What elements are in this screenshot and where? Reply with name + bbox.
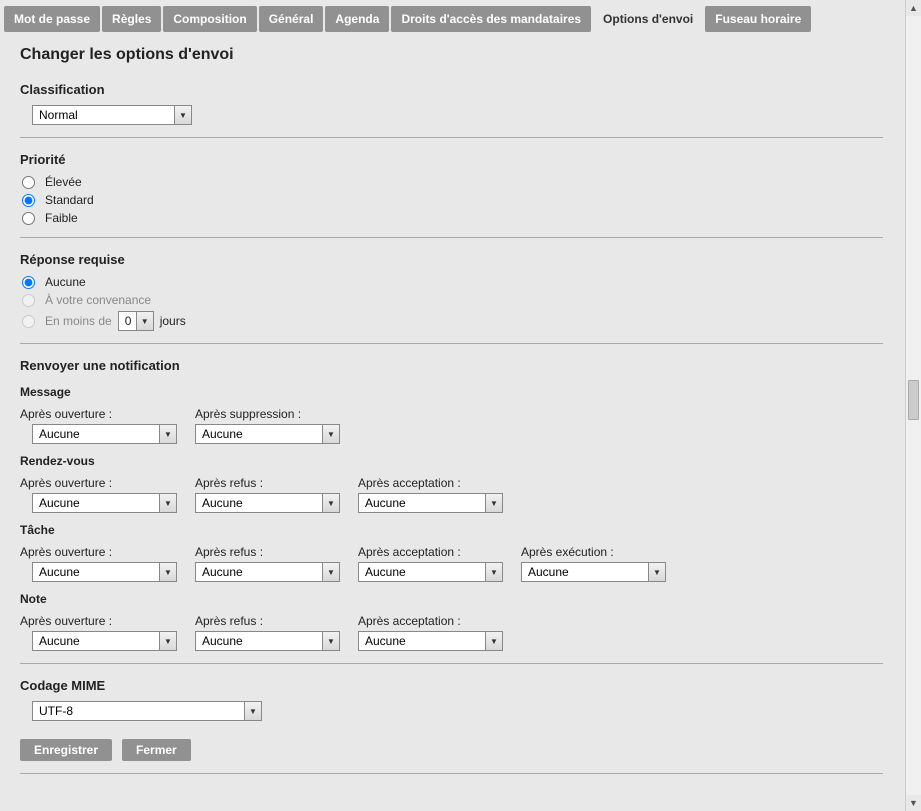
- tache-title: Tâche: [20, 523, 883, 537]
- message-suppression-select[interactable]: Aucune ▼: [195, 424, 340, 444]
- classification-select[interactable]: Normal ▼: [32, 105, 192, 125]
- message-suppression-label: Après suppression :: [195, 407, 340, 421]
- dropdown-icon: ▼: [648, 563, 665, 581]
- reponse-jours-label: jours: [160, 314, 186, 328]
- dropdown-icon: ▼: [159, 494, 176, 512]
- reponse-jours-value: 0: [119, 314, 136, 328]
- separator: [20, 237, 883, 238]
- dropdown-icon: ▼: [244, 702, 261, 720]
- separator: [20, 773, 883, 774]
- message-ouverture-label: Après ouverture :: [20, 407, 177, 421]
- dropdown-icon: ▼: [159, 632, 176, 650]
- reponse-aucune-radio[interactable]: [22, 276, 35, 289]
- dropdown-icon: ▼: [136, 312, 153, 330]
- note-refus-select[interactable]: Aucune ▼: [195, 631, 340, 651]
- tache-execution-label: Après exécution :: [521, 545, 666, 559]
- note-acceptation-label: Après acceptation :: [358, 614, 503, 628]
- scroll-thumb[interactable]: [908, 380, 919, 420]
- dropdown-icon: ▼: [159, 425, 176, 443]
- rdv-acceptation-label: Après acceptation :: [358, 476, 503, 490]
- tab-droits-acces[interactable]: Droits d'accès des mandataires: [391, 6, 591, 32]
- priorite-elevee-radio[interactable]: [22, 176, 35, 189]
- tab-composition[interactable]: Composition: [163, 6, 256, 32]
- priorite-faible-radio[interactable]: [22, 212, 35, 225]
- dropdown-icon: ▼: [485, 494, 502, 512]
- tab-bar: Mot de passe Règles Composition Général …: [4, 6, 899, 32]
- dropdown-icon: ▼: [159, 563, 176, 581]
- dropdown-icon: ▼: [174, 106, 191, 124]
- enregistrer-button[interactable]: Enregistrer: [20, 739, 112, 761]
- rdv-acceptation-select[interactable]: Aucune ▼: [358, 493, 503, 513]
- separator: [20, 343, 883, 344]
- reponse-convenance-radio: [22, 294, 35, 307]
- tache-acceptation-select[interactable]: Aucune ▼: [358, 562, 503, 582]
- reponse-title: Réponse requise: [20, 252, 883, 267]
- mime-value: UTF-8: [33, 704, 244, 718]
- rdv-refus-select[interactable]: Aucune ▼: [195, 493, 340, 513]
- tab-regles[interactable]: Règles: [102, 6, 161, 32]
- dropdown-icon: ▼: [322, 425, 339, 443]
- dropdown-icon: ▼: [322, 632, 339, 650]
- tab-options-envoi[interactable]: Options d'envoi: [593, 6, 703, 32]
- dropdown-icon: ▼: [485, 563, 502, 581]
- note-ouverture-select[interactable]: Aucune ▼: [32, 631, 177, 651]
- rdv-ouverture-label: Après ouverture :: [20, 476, 177, 490]
- separator: [20, 137, 883, 138]
- note-title: Note: [20, 592, 883, 606]
- reponse-moins-de-radio: [22, 315, 35, 328]
- priorite-elevee-label: Élevée: [45, 175, 82, 189]
- tab-general[interactable]: Général: [259, 6, 324, 32]
- rdv-refus-label: Après refus :: [195, 476, 340, 490]
- tache-ouverture-select[interactable]: Aucune ▼: [32, 562, 177, 582]
- priorite-standard-radio[interactable]: [22, 194, 35, 207]
- priorite-title: Priorité: [20, 152, 883, 167]
- priorite-faible-label: Faible: [45, 211, 78, 225]
- note-refus-label: Après refus :: [195, 614, 340, 628]
- classification-title: Classification: [20, 82, 883, 97]
- reponse-aucune-label: Aucune: [45, 275, 86, 289]
- dropdown-icon: ▼: [322, 563, 339, 581]
- tache-refus-label: Après refus :: [195, 545, 340, 559]
- message-title: Message: [20, 385, 883, 399]
- note-acceptation-select[interactable]: Aucune ▼: [358, 631, 503, 651]
- tab-fuseau-horaire[interactable]: Fuseau horaire: [705, 6, 811, 32]
- fermer-button[interactable]: Fermer: [122, 739, 191, 761]
- mime-title: Codage MIME: [20, 678, 883, 693]
- reponse-convenance-label: À votre convenance: [45, 293, 151, 307]
- priorite-standard-label: Standard: [45, 193, 94, 207]
- dropdown-icon: ▼: [485, 632, 502, 650]
- scroll-down-icon[interactable]: ▼: [906, 795, 921, 811]
- renvoyer-title: Renvoyer une notification: [20, 358, 883, 373]
- reponse-jours-select[interactable]: 0 ▼: [118, 311, 154, 331]
- message-ouverture-select[interactable]: Aucune ▼: [32, 424, 177, 444]
- tache-ouverture-label: Après ouverture :: [20, 545, 177, 559]
- tache-refus-select[interactable]: Aucune ▼: [195, 562, 340, 582]
- mime-select[interactable]: UTF-8 ▼: [32, 701, 262, 721]
- reponse-moins-de-label: En moins de: [45, 314, 112, 328]
- rendezvous-title: Rendez-vous: [20, 454, 883, 468]
- rdv-ouverture-select[interactable]: Aucune ▼: [32, 493, 177, 513]
- tache-execution-select[interactable]: Aucune ▼: [521, 562, 666, 582]
- dropdown-icon: ▼: [322, 494, 339, 512]
- separator: [20, 663, 883, 664]
- classification-value: Normal: [33, 108, 174, 122]
- note-ouverture-label: Après ouverture :: [20, 614, 177, 628]
- page-title: Changer les options d'envoi: [20, 46, 883, 64]
- scrollbar[interactable]: ▲ ▼: [905, 0, 921, 811]
- scroll-up-icon[interactable]: ▲: [906, 0, 921, 16]
- tache-acceptation-label: Après acceptation :: [358, 545, 503, 559]
- tab-mot-de-passe[interactable]: Mot de passe: [4, 6, 100, 32]
- tab-agenda[interactable]: Agenda: [325, 6, 389, 32]
